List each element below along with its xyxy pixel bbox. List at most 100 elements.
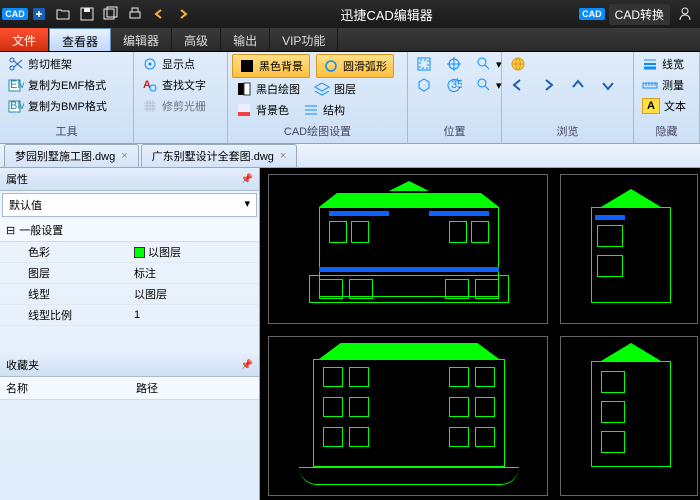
zoom-dropdown-icon[interactable]: ▾	[472, 54, 506, 74]
black-bg-button[interactable]: 黑色背景	[232, 54, 310, 78]
menu-viewer[interactable]: 查看器	[49, 28, 111, 51]
measure-button[interactable]: 测量	[638, 75, 695, 95]
bw-draw-label: 黑白绘图	[256, 81, 300, 97]
copy-emf-label: 复制为EMF格式	[28, 77, 106, 93]
file-tab-1[interactable]: 梦园别墅施工图.dwg ×	[4, 144, 139, 167]
save-icon[interactable]	[76, 3, 98, 25]
undo-icon[interactable]	[148, 3, 170, 25]
structure-label: 结构	[323, 102, 345, 118]
svg-text:BMP: BMP	[10, 100, 24, 112]
prop-lscale-val: 1	[130, 305, 259, 325]
prop-row-color[interactable]: 色彩 以图层	[0, 242, 259, 263]
menu-vip[interactable]: VIP功能	[270, 28, 338, 51]
file-tab-1-label: 梦园别墅施工图.dwg	[15, 148, 115, 164]
fav-col-name: 名称	[6, 380, 136, 396]
prop-color-val: 以图层	[148, 244, 181, 260]
box-icon[interactable]	[412, 75, 436, 95]
measure-label: 测量	[662, 77, 684, 93]
user-icon[interactable]	[674, 3, 696, 25]
drawing-canvas[interactable]	[260, 168, 700, 500]
group-position-label: 位置	[412, 121, 497, 141]
text-button[interactable]: A文本	[638, 96, 695, 116]
crosshair-icon[interactable]	[442, 54, 466, 74]
svg-text:EMF: EMF	[10, 79, 24, 91]
print-icon[interactable]	[124, 3, 146, 25]
new-icon[interactable]	[28, 3, 50, 25]
group-tools-label: 工具	[4, 121, 129, 141]
linewidth-icon	[642, 56, 658, 72]
copy-emf-button[interactable]: EMF 复制为EMF格式	[4, 75, 129, 95]
ribbon: 剪切框架 EMF 复制为EMF格式 BMP 复制为BMP格式 工具 显示点 A查找文…	[0, 52, 700, 144]
menu-editor[interactable]: 编辑器	[111, 28, 172, 51]
pin-icon[interactable]: 📌	[241, 360, 253, 371]
prop-row-ltype[interactable]: 线型以图层	[0, 284, 259, 305]
rotate-icon[interactable]: 35	[442, 75, 466, 95]
copy-bmp-label: 复制为BMP格式	[28, 98, 107, 114]
bg-color-button[interactable]: 背景色	[232, 100, 293, 120]
prop-ltype-key: 线型	[0, 284, 130, 304]
section-label: 一般设置	[19, 222, 63, 238]
app-icon: CAD	[4, 3, 26, 25]
redo-icon[interactable]	[172, 3, 194, 25]
nav-up-icon[interactable]	[566, 75, 590, 95]
titlebar: CAD 迅捷CAD编辑器 CAD CAD转换	[0, 0, 700, 28]
app-title: 迅捷CAD编辑器	[194, 5, 579, 24]
nav-down-icon[interactable]	[596, 75, 620, 95]
bg-color-icon	[236, 102, 252, 118]
layer-button[interactable]: 图层	[310, 79, 360, 99]
menu-output[interactable]: 输出	[221, 28, 270, 51]
properties-header: 属性 📌	[0, 168, 259, 191]
zoom2-dropdown-icon[interactable]: ▾	[472, 75, 506, 95]
saveall-icon[interactable]	[100, 3, 122, 25]
cut-frame-button[interactable]: 剪切框架	[4, 54, 129, 74]
fav-col-path: 路径	[136, 380, 158, 396]
cad-badge-icon: CAD	[579, 8, 605, 20]
properties-title: 属性	[6, 171, 28, 187]
close-icon[interactable]: ×	[121, 150, 127, 162]
svg-text:35: 35	[451, 79, 462, 91]
prop-row-lscale[interactable]: 线型比例1	[0, 305, 259, 326]
line-width-button[interactable]: 线宽	[638, 54, 695, 74]
black-bg-icon	[239, 58, 255, 74]
trim-grid-button[interactable]: 修剪光栅	[138, 96, 223, 116]
ruler-icon	[642, 77, 658, 93]
structure-icon	[303, 102, 319, 118]
default-combo[interactable]: 默认值▾	[2, 193, 257, 217]
arc-icon	[323, 58, 339, 74]
color-swatch-icon	[134, 247, 145, 258]
structure-button[interactable]: 结构	[299, 100, 349, 120]
bw-draw-button[interactable]: 黑白绘图	[232, 79, 304, 99]
scissors-icon	[8, 56, 24, 72]
bmp-icon: BMP	[8, 98, 24, 114]
copy-bmp-button[interactable]: BMP 复制为BMP格式	[4, 96, 129, 116]
menubar: 文件 查看器 编辑器 高级 输出 VIP功能	[0, 28, 700, 52]
bw-icon	[236, 81, 252, 97]
file-tab-2-label: 广东别墅设计全套图.dwg	[152, 148, 274, 164]
line-width-label: 线宽	[662, 56, 684, 72]
prop-color-key: 色彩	[0, 242, 130, 262]
prop-row-layer[interactable]: 图层标注	[0, 263, 259, 284]
window-icon[interactable]	[412, 54, 436, 74]
smooth-arc-button[interactable]: 圆滑弧形	[316, 54, 394, 78]
close-icon[interactable]: ×	[280, 150, 286, 162]
file-tabs: 梦园别墅施工图.dwg × 广东别墅设计全套图.dwg ×	[0, 144, 700, 168]
grid-icon	[142, 98, 158, 114]
find-text-button[interactable]: A查找文字	[138, 75, 223, 95]
cad-convert-button[interactable]: CAD转换	[609, 4, 670, 25]
file-tab-2[interactable]: 广东别墅设计全套图.dwg ×	[141, 144, 298, 167]
prop-ltype-val: 以图层	[130, 284, 259, 304]
menu-advanced[interactable]: 高级	[172, 28, 221, 51]
open-icon[interactable]	[52, 3, 74, 25]
collapse-icon: ⊟	[6, 224, 15, 237]
nav-right-icon[interactable]	[536, 75, 560, 95]
prop-layer-val: 标注	[130, 263, 259, 283]
pin-icon[interactable]: 📌	[241, 174, 253, 185]
group-browse-label: 浏览	[506, 121, 629, 141]
show-point-button[interactable]: 显示点	[138, 54, 223, 74]
menu-file[interactable]: 文件	[0, 28, 49, 51]
smooth-arc-label: 圆滑弧形	[343, 58, 387, 74]
general-section[interactable]: ⊟ 一般设置	[0, 219, 259, 242]
point-icon	[142, 56, 158, 72]
globe-icon[interactable]	[506, 54, 530, 74]
nav-left-icon[interactable]	[506, 75, 530, 95]
